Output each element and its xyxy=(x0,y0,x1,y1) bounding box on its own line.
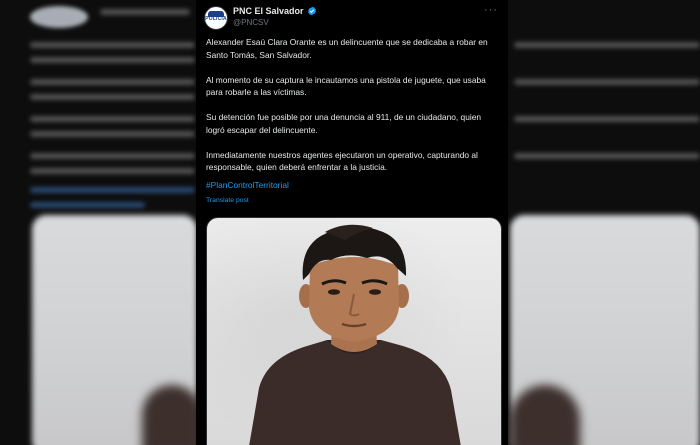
tweet-card[interactable]: POLICÍA PNC El Salvador @PNCSV ··· Alexa… xyxy=(196,0,508,445)
blurred-text xyxy=(514,42,700,48)
hashtag-link[interactable]: #PlanControlTerritorial xyxy=(206,179,498,192)
blurred-text xyxy=(514,116,700,122)
blurred-link xyxy=(30,202,145,208)
tweet-paragraph: Alexander Esaú Clara Orante es un delinc… xyxy=(206,37,488,60)
blurred-text xyxy=(30,57,195,63)
name-row: PNC El Salvador xyxy=(233,5,317,17)
blurred-avatar xyxy=(30,6,88,28)
tweet-paragraph: Inmediatamente nuestros agentes ejecutar… xyxy=(206,149,478,173)
blurred-text xyxy=(30,94,195,100)
verified-badge-icon xyxy=(307,6,316,16)
blurred-text xyxy=(30,168,195,174)
blurred-text xyxy=(514,153,700,159)
tweet-body: Alexander Esaú Clara Orante es un delinc… xyxy=(206,36,498,207)
blurred-hashtag xyxy=(30,187,195,193)
blurred-text xyxy=(514,79,700,85)
tweet-header: POLICÍA PNC El Salvador @PNCSV ··· xyxy=(204,4,500,33)
blurred-shirt xyxy=(510,385,580,445)
tweet-paragraph: Al momento de su captura le incautamos u… xyxy=(206,74,486,98)
tweet-paragraph: Su detención fue posible por una denunci… xyxy=(206,112,482,135)
blurred-text xyxy=(30,131,195,137)
blurred-shirt xyxy=(142,385,202,445)
translate-post-link[interactable]: Translate post xyxy=(206,195,498,208)
person-image xyxy=(249,224,461,445)
handle[interactable]: @PNCSV xyxy=(233,18,269,27)
blurred-text xyxy=(30,79,195,85)
avatar[interactable]: POLICÍA xyxy=(204,6,228,30)
more-options-icon[interactable]: ··· xyxy=(484,4,498,16)
blurred-text xyxy=(100,9,190,15)
blurred-photo xyxy=(32,215,202,445)
tweet-photo[interactable] xyxy=(206,217,502,445)
blurred-text xyxy=(30,153,195,159)
blurred-photo xyxy=(510,215,700,445)
display-name[interactable]: PNC El Salvador xyxy=(233,6,304,16)
blurred-text xyxy=(30,116,195,122)
avatar-text: POLICÍA xyxy=(205,16,227,22)
blurred-text xyxy=(30,42,195,48)
